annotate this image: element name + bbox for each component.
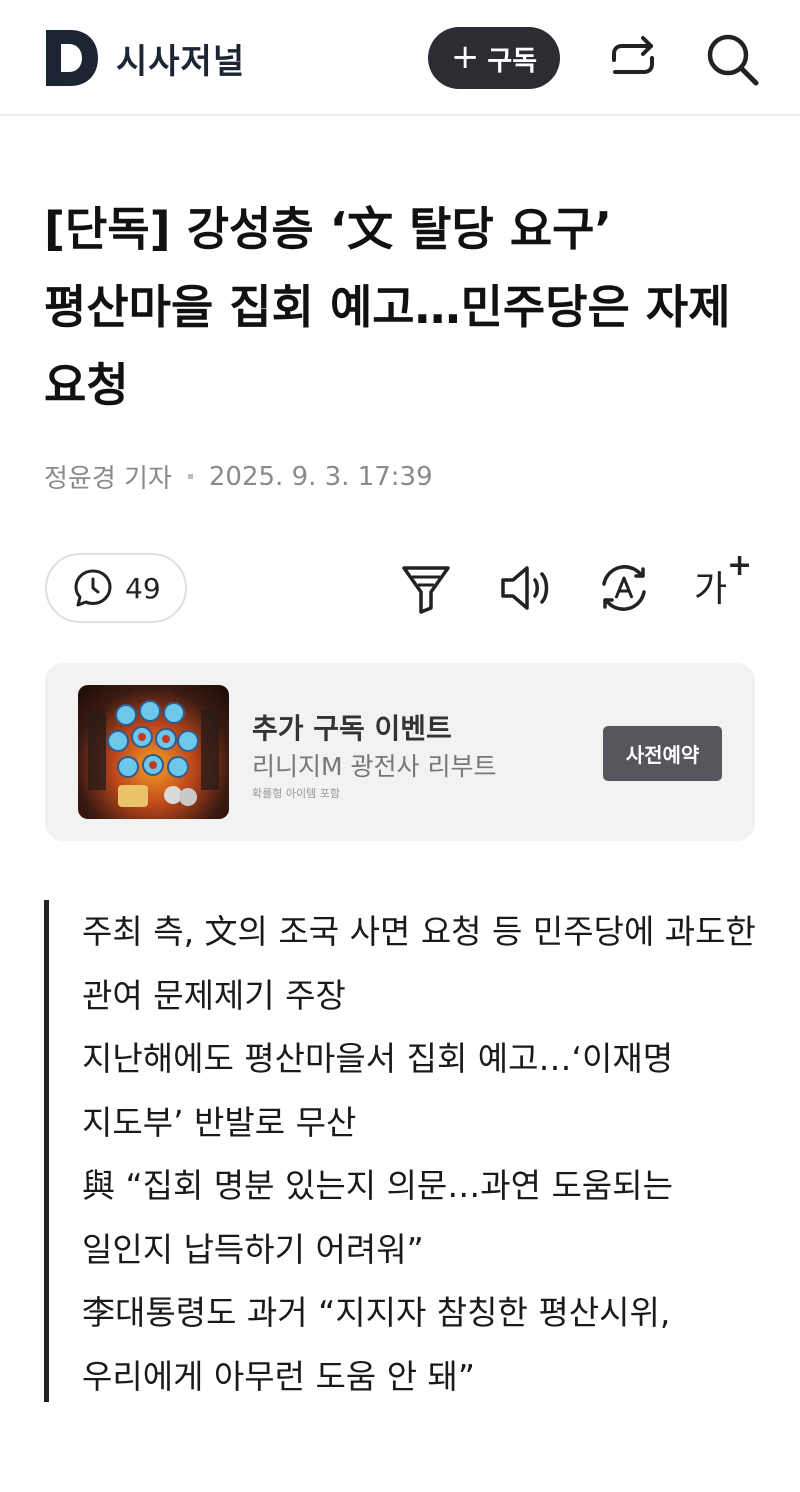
ad-title[interactable]: 추가 구독 이벤트 (252, 707, 452, 747)
font-size-button[interactable]: 가 + (694, 548, 754, 616)
game-art-icon (88, 700, 219, 807)
translate-icon[interactable] (594, 558, 654, 618)
top-header: 시사저널 + 구독 (0, 0, 800, 116)
author-name[interactable]: 정윤경 기자 (44, 458, 172, 495)
summary-filter-icon[interactable] (396, 558, 456, 618)
ad-subtitle[interactable]: 리니지M 광전사 리부트 (252, 747, 496, 783)
summary-line: 李대통령도 과거 “지지자 참칭한 평산시위, 우리에게 아무런 도움 안 돼” (82, 1293, 671, 1396)
article-meta: 정윤경 기자 2025. 9. 3. 17:39 (44, 458, 433, 495)
font-size-label: 가 (694, 569, 728, 610)
speaker-icon[interactable] (495, 558, 555, 618)
comment-button[interactable]: 49 (45, 553, 187, 623)
publish-date: 2025. 9. 3. 17:39 (208, 461, 433, 492)
ad-thumbnail-image[interactable] (78, 685, 229, 819)
subscribe-button[interactable]: + 구독 (428, 27, 560, 89)
article-headline: [단독] 강성층 ‘文 탈당 요구’ 평산마을 집회 예고…민주당은 자제 요청 (44, 202, 731, 412)
site-name[interactable]: 시사저널 (116, 34, 245, 83)
subscribe-label: 구독 (487, 45, 538, 77)
ad-disclaimer: 확률형 아이템 포함 (252, 787, 340, 800)
ad-banner[interactable]: 추가 구독 이벤트 리니지M 광전사 리부트 확률형 아이템 포함 사전예약 (45, 663, 755, 841)
share-icon[interactable] (604, 30, 662, 88)
summary-line: 與 “집회 명분 있는지 의문…과연 도움되는 일인지 납득하기 어려워” (82, 1166, 673, 1269)
ad-preregister-button[interactable]: 사전예약 (603, 726, 722, 781)
site-logo-icon[interactable] (46, 30, 98, 86)
subscribe-plus: + (450, 36, 480, 77)
font-size-plus: + (727, 548, 753, 583)
summary-line: 지난해에도 평산마을서 집회 예고…‘이재명 지도부’ 반발로 무산 (82, 1039, 674, 1142)
meta-separator (187, 474, 193, 479)
article-summary: 주최 측, 文의 조국 사면 요청 등 민주당에 과도한 관여 문제제기 주장 … (44, 900, 756, 1402)
comment-icon (74, 569, 112, 607)
search-icon[interactable] (703, 30, 761, 88)
comment-count: 49 (125, 571, 161, 605)
summary-line: 주최 측, 文의 조국 사면 요청 등 민주당에 과도한 관여 문제제기 주장 (82, 912, 756, 1015)
